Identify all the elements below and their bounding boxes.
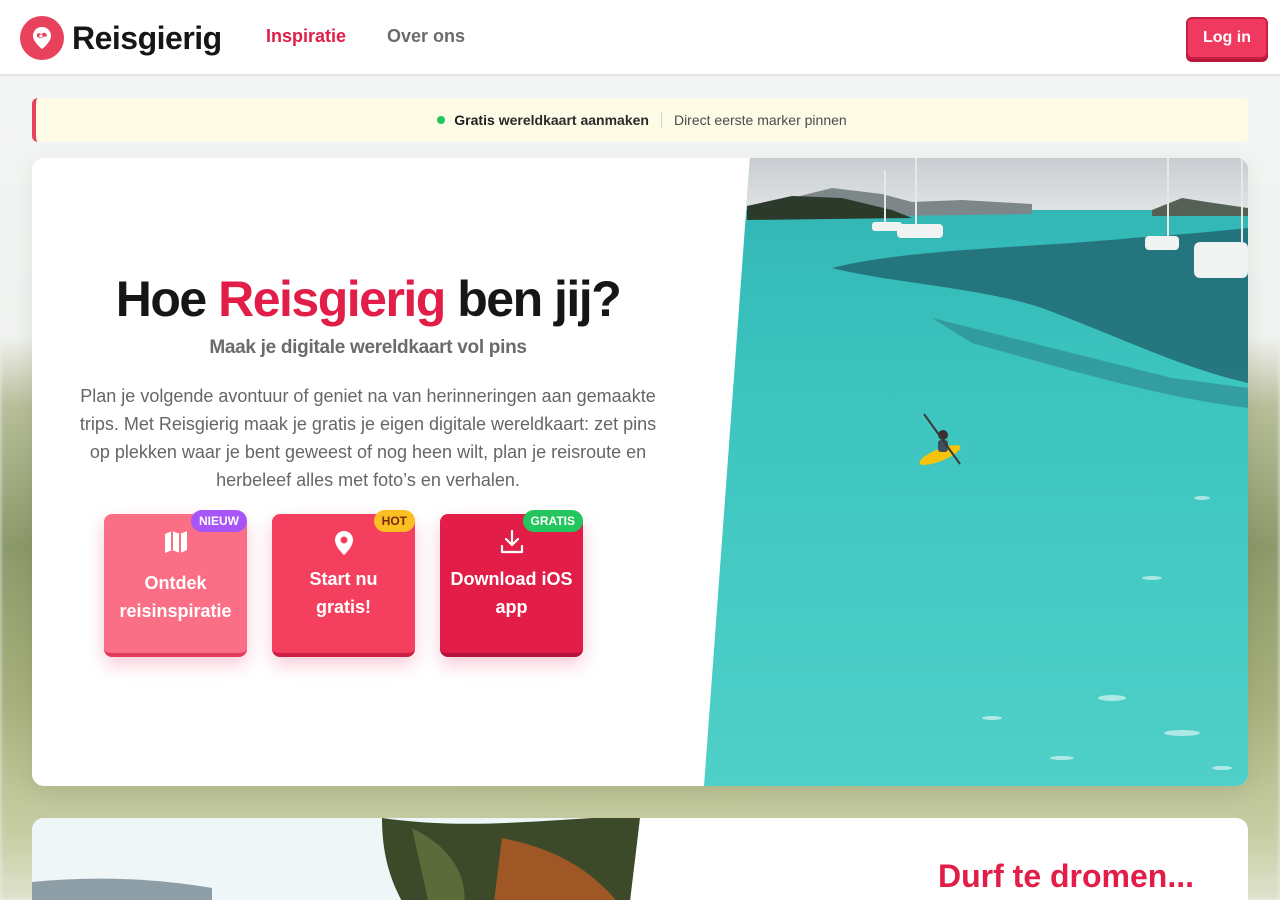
map-icon xyxy=(104,528,247,556)
map-pin-icon xyxy=(272,528,415,558)
logo-pin-icon xyxy=(20,16,64,60)
promo-banner[interactable]: Gratis wereldkaart aanmaken Direct eerst… xyxy=(32,98,1248,142)
status-dot-icon xyxy=(437,116,446,124)
banner-primary-text: wereldkaart aanmaken xyxy=(498,112,649,128)
cta-label: Start nu gratis! xyxy=(309,569,378,617)
cta-start-gratis[interactable]: Start nu gratis! HOT xyxy=(272,510,415,657)
hero-title-before: Hoe xyxy=(115,271,219,327)
hero-description: Plan je volgende avontuur of geniet na v… xyxy=(79,386,657,490)
hero-card: Hoe Reisgierig ben jij? Maak je digitale… xyxy=(32,158,1248,786)
cta-label: Download iOS app xyxy=(450,569,573,617)
nav-link-over-ons[interactable]: Over ons xyxy=(387,26,465,47)
cta-ontdek-reisinspiratie[interactable]: Ontdek reisinspiratie NIEUW xyxy=(104,510,247,657)
brand-logo[interactable]: Reisgierig xyxy=(20,16,222,60)
dream-section-title: Durf te dromen... xyxy=(938,858,1195,894)
hero-title-after: ben jij? xyxy=(444,271,622,327)
banner-divider xyxy=(660,112,662,128)
banner-highlight: Gratis xyxy=(454,112,495,128)
login-button[interactable]: Log in xyxy=(1186,17,1268,59)
banner-secondary-text: Direct eerste marker pinnen xyxy=(673,112,847,128)
badge-nieuw: NIEUW xyxy=(191,510,247,532)
badge-hot: HOT xyxy=(373,510,415,532)
cta-download-ios-app[interactable]: Download iOS app GRATIS xyxy=(440,510,583,657)
dream-section-photo xyxy=(32,818,640,900)
badge-gratis: GRATIS xyxy=(522,510,583,532)
download-icon xyxy=(440,528,583,556)
nav-link-inspiratie[interactable]: Inspiratie xyxy=(266,26,346,47)
brand-name: Reisgierig xyxy=(72,19,222,56)
hero-title: Hoe Reisgierig ben jij? xyxy=(32,270,704,328)
dream-section-card: Durf te dromen... xyxy=(32,818,1248,900)
cta-label: Ontdek reisinspiratie xyxy=(119,573,232,621)
hero-subtitle: Maak je digitale wereldkaart vol pins xyxy=(209,337,527,358)
hero-title-accent: Reisgierig xyxy=(218,271,446,327)
top-nav: Reisgierig Inspiratie Over ons Log in xyxy=(0,0,1280,76)
